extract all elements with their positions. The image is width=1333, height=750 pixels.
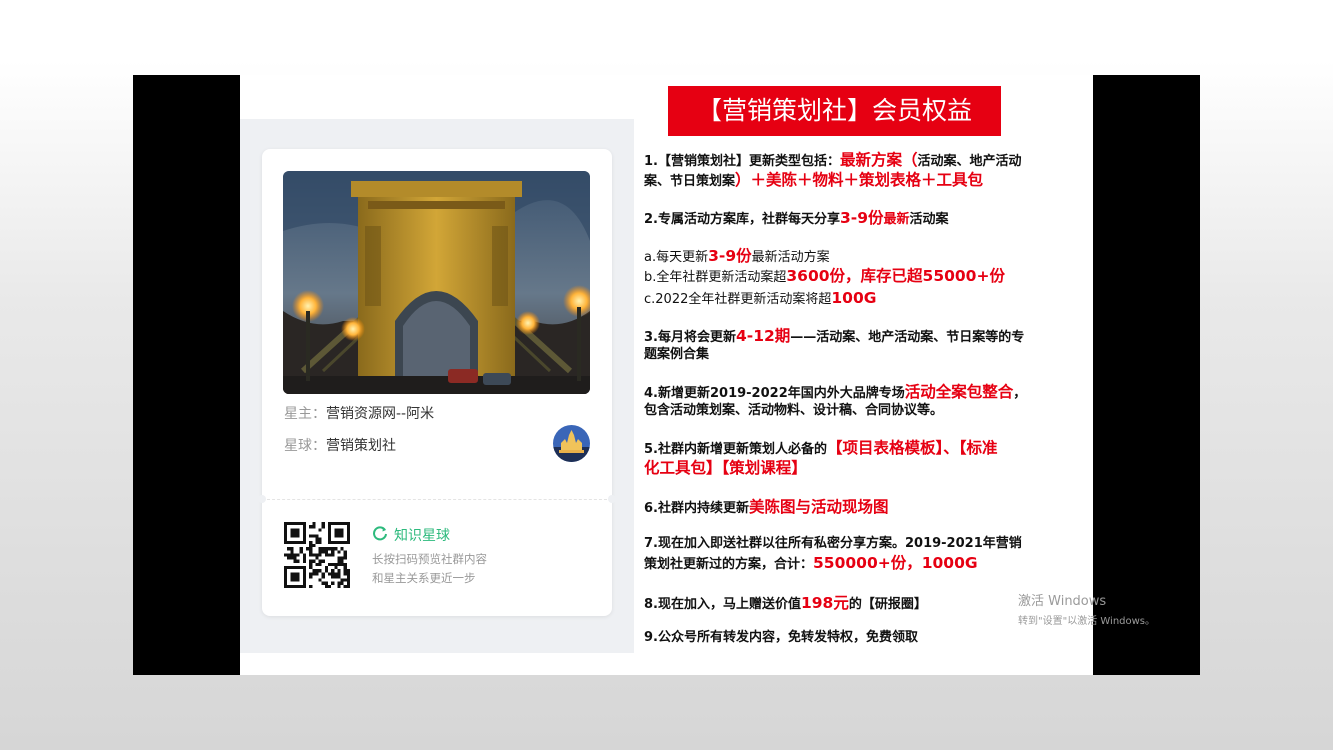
benefit-1-line1: 1.【营销策划社】更新类型包括：最新方案（活动案、地产活动 xyxy=(644,151,1022,169)
slide-frame: 星主：营销资源网--阿米 星球：营销策划社 知识星球 长按扫码预览社群内容 和星… xyxy=(133,75,1200,675)
page-title: 【营销策划社】会员权益 xyxy=(668,86,1001,136)
benefit-7-line1: 7.现在加入即送社群以往所有私密分享方案。2019-2021年营销 xyxy=(644,536,1022,551)
benefit-9: 9.公众号所有转发内容，免转发特权，免费领取 xyxy=(644,630,918,645)
planet-row: 星球：营销策划社 xyxy=(284,435,396,455)
brand-label: 知识星球 xyxy=(394,528,450,544)
benefit-2a: a.每天更新3-9份最新活动方案 xyxy=(644,247,830,265)
benefit-7-line2: 策划社更新过的方案，合计：550000+份，1000G xyxy=(644,554,978,572)
watermark-line2: 转到"设置"以激活 Windows。 xyxy=(1018,616,1156,627)
benefit-4-line2: 包含活动策划案、活动物料、设计稿、合同协议等。 xyxy=(644,403,944,418)
owner-key: 星主： xyxy=(284,406,326,422)
benefit-2c: c.2022全年社群更新活动案将超100G xyxy=(644,289,877,307)
planet-value: 营销策划社 xyxy=(326,438,396,454)
card-notch-left xyxy=(258,495,266,503)
qr-hint-line1: 长按扫码预览社群内容 xyxy=(372,552,487,566)
benefit-5-line1: 5.社群内新增更新策划人必备的【项目表格模板】、【标准 xyxy=(644,439,998,457)
benefit-5-line2: 化工具包】【策划课程】 xyxy=(644,459,807,477)
card-divider xyxy=(262,499,612,500)
qr-code-icon[interactable] xyxy=(284,522,350,588)
qr-hint-line2: 和星主关系更近一步 xyxy=(372,571,476,585)
watermark-line1: 激活 Windows xyxy=(1018,594,1107,609)
benefit-2: 2.专属活动方案库，社群每天分享3-9份最新活动案 xyxy=(644,209,949,227)
planet-card: 星主：营销资源网--阿米 星球：营销策划社 知识星球 长按扫码预览社群内容 和星… xyxy=(258,149,616,616)
windows-activation-watermark: 激活 Windows 转到"设置"以激活 Windows。 xyxy=(1018,590,1155,627)
brand-logo: 知识星球 xyxy=(372,525,450,545)
benefit-3-line2: 题案例合集 xyxy=(644,347,710,362)
planet-panel: 星主：营销资源网--阿米 星球：营销策划社 知识星球 长按扫码预览社群内容 和星… xyxy=(240,119,634,653)
benefit-6: 6.社群内持续更新美陈图与活动现场图 xyxy=(644,498,889,516)
card-notch-right xyxy=(608,495,616,503)
refresh-ring-icon xyxy=(372,525,388,545)
owner-row: 星主：营销资源网--阿米 xyxy=(284,403,434,423)
planet-key: 星球： xyxy=(284,438,326,454)
benefit-2b: b.全年社群更新活动案超3600份，库存已超55000+份 xyxy=(644,267,1005,285)
bridge-photo xyxy=(283,171,590,394)
avatar xyxy=(553,425,590,462)
benefit-8: 8.现在加入，马上赠送价值198元的【研报圈】 xyxy=(644,594,927,612)
slide: 星主：营销资源网--阿米 星球：营销策划社 知识星球 长按扫码预览社群内容 和星… xyxy=(240,75,1093,675)
owner-value: 营销资源网--阿米 xyxy=(326,406,435,422)
benefit-1-line2: 案、节日策划案）＋美陈＋物料＋策划表格＋工具包 xyxy=(644,171,984,189)
